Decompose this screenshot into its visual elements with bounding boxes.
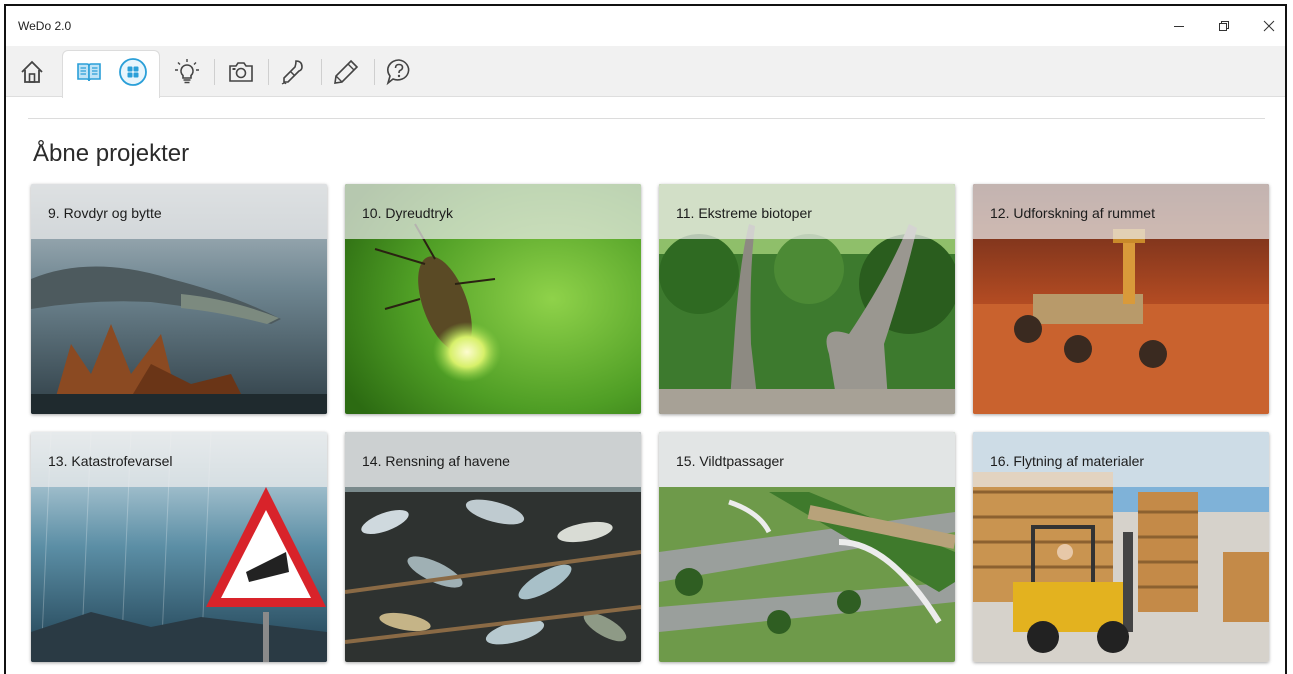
toolbar-separator <box>374 59 375 85</box>
lightbulb-button[interactable] <box>167 52 207 92</box>
toolbar-separator <box>268 59 269 85</box>
book-icon <box>77 63 101 82</box>
camera-icon <box>229 62 253 82</box>
lightbulb-icon <box>175 59 199 84</box>
pencil-icon <box>334 59 359 84</box>
project-card[interactable]: 9. Rovdyr og bytte <box>31 184 327 414</box>
app-title: WeDo 2.0 <box>18 19 72 33</box>
divider <box>28 118 1265 119</box>
project-card[interactable]: 13. Katastrofevarsel <box>31 432 327 662</box>
title-bar: WeDo 2.0 <box>6 6 1285 46</box>
home-icon <box>21 60 43 83</box>
page-title: Åbne projekter <box>33 140 190 167</box>
project-card[interactable]: 11. Ekstreme biotoper <box>659 184 955 414</box>
close-icon <box>1263 20 1275 32</box>
project-title: 10. Dyreudtryk <box>362 205 454 221</box>
project-card[interactable]: 16. Flytning af materialer <box>973 432 1269 662</box>
help-button[interactable] <box>379 52 419 92</box>
restore-icon <box>1219 21 1229 31</box>
pencil-button[interactable] <box>326 52 366 92</box>
project-title: 15. Vildtpassager <box>676 453 784 469</box>
project-title: 16. Flytning af materialer <box>990 453 1145 469</box>
projects-tab-button[interactable] <box>69 52 109 92</box>
camera-button[interactable] <box>221 52 261 92</box>
minimize-icon <box>1174 26 1184 27</box>
app-window: WeDo 2.0 Åbne projekter 9. Rovdyr og byt… <box>4 4 1287 674</box>
project-title: 12. Udforskning af rummet <box>990 205 1155 221</box>
project-title: 13. Katastrofevarsel <box>48 453 173 469</box>
project-title: 11. Ekstreme biotoper <box>676 205 812 221</box>
project-card[interactable]: 14. Rensning af havene <box>345 432 641 662</box>
toolbar-separator <box>214 59 215 85</box>
toolbar-separator <box>321 59 322 85</box>
toolbar <box>6 46 1285 98</box>
project-card[interactable]: 10. Dyreudtryk <box>345 184 641 414</box>
minimize-button[interactable] <box>1159 12 1199 40</box>
home-button[interactable] <box>12 52 52 92</box>
overview-button[interactable] <box>113 52 153 92</box>
grid-icon <box>119 58 147 86</box>
dropper-icon <box>281 60 303 85</box>
project-title: 14. Rensning af havene <box>362 453 510 469</box>
project-card[interactable]: 15. Vildtpassager <box>659 432 955 662</box>
restore-button[interactable] <box>1204 12 1244 40</box>
dropper-button[interactable] <box>273 52 313 92</box>
project-title: 9. Rovdyr og bytte <box>48 205 162 221</box>
help-icon <box>386 59 410 86</box>
close-button[interactable] <box>1249 12 1285 40</box>
project-card[interactable]: 12. Udforskning af rummet <box>973 184 1269 414</box>
